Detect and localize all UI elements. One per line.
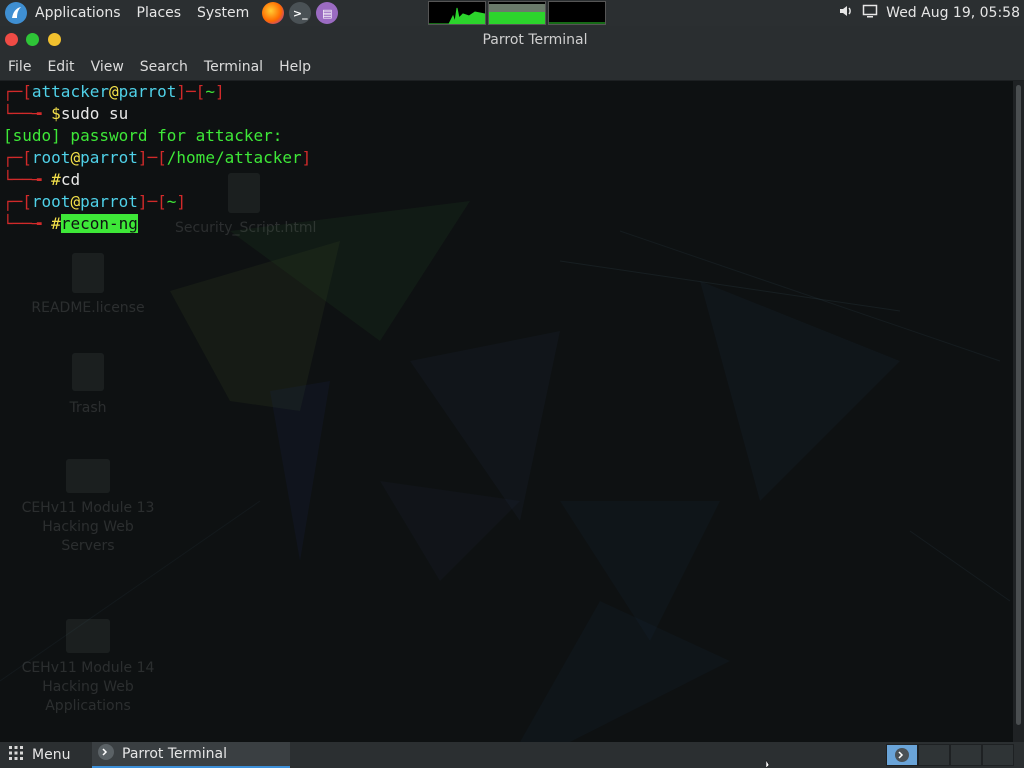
folder-ghost-icon bbox=[66, 619, 110, 653]
firefox-icon[interactable] bbox=[262, 2, 285, 24]
desktop-icon-readme: README.license bbox=[31, 300, 145, 316]
memory-graph bbox=[488, 1, 546, 25]
workspace-switcher[interactable] bbox=[886, 744, 1014, 766]
applications-menu-label: Applications bbox=[35, 5, 121, 21]
prompt-line: ┌─[root@parrot]─[/home/attacker] bbox=[3, 148, 312, 167]
prompt-user: root bbox=[31, 192, 71, 211]
prompt-symbol: # bbox=[51, 170, 61, 189]
folder-ghost-icon bbox=[66, 459, 110, 493]
command-line: └──╼ #recon-ng bbox=[3, 214, 138, 233]
prompt-host: parrot bbox=[80, 192, 138, 211]
taskbar-item-terminal[interactable]: Parrot Terminal bbox=[92, 742, 290, 768]
parrot-logo-icon bbox=[5, 2, 27, 24]
prompt-user: root bbox=[31, 148, 71, 167]
workspace-3[interactable] bbox=[950, 744, 982, 766]
command-line: └──╼ $sudo su bbox=[3, 104, 129, 123]
clock[interactable]: Wed Aug 19, 05:58 bbox=[886, 5, 1020, 21]
prompt-user: attacker bbox=[31, 82, 109, 101]
network-graph bbox=[548, 1, 606, 25]
grid-icon bbox=[8, 745, 24, 765]
terminal-menu-bar: File Edit View Search Terminal Help bbox=[0, 54, 1024, 81]
system-menu[interactable]: System bbox=[189, 5, 257, 21]
system-monitor[interactable] bbox=[428, 1, 606, 25]
volume-icon[interactable] bbox=[838, 3, 854, 23]
prompt-host: parrot bbox=[80, 148, 138, 167]
prompt-symbol: # bbox=[51, 214, 61, 233]
prompt-symbol: $ bbox=[51, 104, 61, 123]
prompt-line: ┌─[attacker@parrot]─[~] bbox=[3, 82, 225, 101]
cpu-graph bbox=[428, 1, 486, 25]
desktop-icon-module13: CEHv11 Module 13 Hacking Web Servers bbox=[21, 500, 155, 554]
prompt-line: ┌─[root@parrot]─[~] bbox=[3, 192, 187, 211]
terminal-icon[interactable]: >_ bbox=[289, 2, 312, 24]
menu-view[interactable]: View bbox=[83, 59, 132, 75]
menu-terminal[interactable]: Terminal bbox=[196, 59, 271, 75]
main-menu-button[interactable]: Menu bbox=[8, 742, 70, 768]
main-menu-label: Menu bbox=[32, 747, 71, 763]
workspace-1[interactable] bbox=[886, 744, 918, 766]
prompt-path: ~ bbox=[205, 82, 215, 101]
workspace-2[interactable] bbox=[918, 744, 950, 766]
window-title-bar[interactable]: Parrot Terminal bbox=[0, 26, 1024, 54]
command-text: sudo su bbox=[60, 104, 129, 123]
workspace-4[interactable] bbox=[982, 744, 1014, 766]
terminal-area[interactable]: README.license Trash CEHv11 Module 13 Ha… bbox=[0, 81, 1013, 742]
top-panel: Applications Places System >_ ▤ Wed Aug … bbox=[0, 0, 1024, 26]
command-text: cd bbox=[60, 170, 81, 189]
prompt-path: ~ bbox=[166, 192, 177, 211]
bottom-panel: Menu Parrot Terminal bbox=[0, 742, 1024, 768]
menu-edit[interactable]: Edit bbox=[39, 59, 82, 75]
menu-file[interactable]: File bbox=[0, 59, 39, 75]
file-ghost-icon bbox=[228, 173, 260, 213]
mouse-cursor-icon bbox=[766, 760, 770, 768]
menu-help[interactable]: Help bbox=[271, 59, 319, 75]
menu-search[interactable]: Search bbox=[132, 59, 196, 75]
places-menu[interactable]: Places bbox=[129, 5, 190, 21]
terminal-scrollbar[interactable] bbox=[1013, 81, 1024, 742]
desktop-icon-module14: CEHv11 Module 14 Hacking Web Application… bbox=[21, 660, 155, 714]
file-ghost-icon bbox=[72, 253, 104, 293]
taskbar-item-label: Parrot Terminal bbox=[122, 746, 228, 762]
text-editor-icon[interactable]: ▤ bbox=[316, 2, 339, 24]
trash-ghost-icon bbox=[72, 353, 104, 391]
output-line: [sudo] password for attacker: bbox=[3, 126, 283, 145]
display-icon[interactable] bbox=[862, 3, 878, 23]
prompt-path: /home/attacker bbox=[166, 148, 302, 167]
prompt-host: parrot bbox=[118, 82, 177, 101]
desktop-icon-security-script: Security_Script.html bbox=[175, 220, 317, 236]
terminal-icon bbox=[98, 744, 114, 764]
applications-menu[interactable]: Applications bbox=[0, 0, 129, 26]
command-line: └──╼ #cd bbox=[3, 170, 81, 189]
command-text-selected: recon-ng bbox=[60, 214, 138, 233]
desktop-icon-trash: Trash bbox=[69, 400, 107, 416]
scrollbar-thumb[interactable] bbox=[1016, 85, 1021, 725]
window-title: Parrot Terminal bbox=[482, 32, 588, 48]
